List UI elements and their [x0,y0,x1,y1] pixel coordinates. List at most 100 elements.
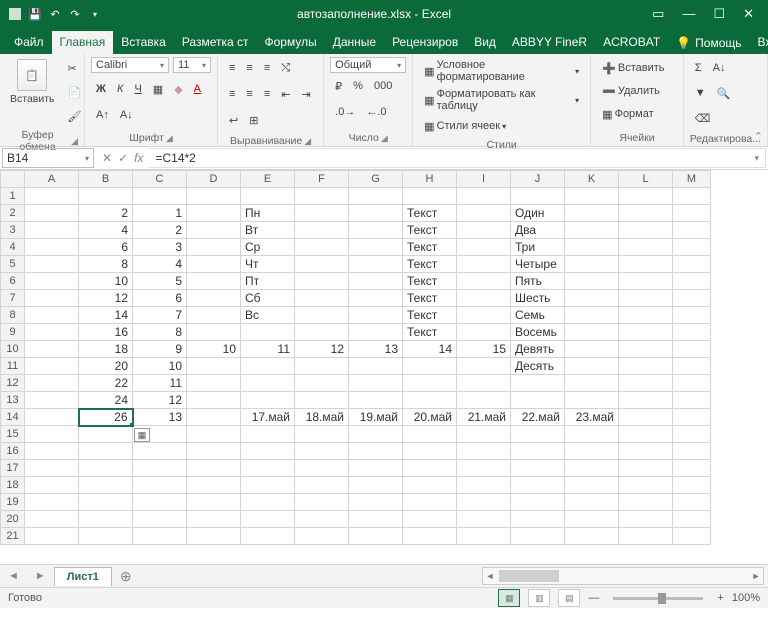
cell[interactable] [457,494,511,511]
cell[interactable] [349,443,403,460]
cell[interactable] [619,443,673,460]
cell[interactable] [565,239,619,256]
redo-icon[interactable]: ↷ [68,7,82,21]
cell[interactable] [673,460,711,477]
cell[interactable]: Пт [241,273,295,290]
inc-decimal-icon[interactable]: .0→ [330,101,360,123]
cell[interactable]: 7 [133,307,187,324]
cell[interactable] [295,273,349,290]
format-cells-button[interactable]: ▦Формат [597,103,658,125]
cell[interactable] [295,256,349,273]
cell[interactable] [187,290,241,307]
cell[interactable] [565,307,619,324]
cell[interactable] [673,273,711,290]
cell[interactable] [673,239,711,256]
cell[interactable]: 12 [295,341,349,358]
cell[interactable] [457,460,511,477]
cell[interactable] [241,443,295,460]
cell[interactable] [565,426,619,443]
cell[interactable] [403,494,457,511]
row-header[interactable]: 17 [1,460,25,477]
border-button[interactable]: ▦ [148,78,168,100]
cell[interactable] [457,239,511,256]
sort-filter-icon[interactable]: A↓ [708,57,731,79]
bold-button[interactable]: Ж [91,78,111,100]
row-header[interactable]: 1 [1,188,25,205]
cell[interactable] [25,528,79,545]
cell[interactable]: 14 [403,341,457,358]
cell[interactable] [457,205,511,222]
cell[interactable] [673,528,711,545]
cell[interactable] [25,477,79,494]
cell[interactable] [187,273,241,290]
cell[interactable]: Чт [241,256,295,273]
cell[interactable]: Два [511,222,565,239]
zoom-slider[interactable] [613,597,703,600]
cell[interactable] [187,477,241,494]
cell[interactable] [619,375,673,392]
col-header[interactable]: H [403,171,457,188]
cell[interactable] [403,443,457,460]
add-sheet-icon[interactable]: ⊕ [120,568,132,585]
cell[interactable] [457,256,511,273]
cell[interactable] [187,205,241,222]
tab-abbyy[interactable]: ABBYY FineR [504,31,595,54]
cell[interactable] [565,494,619,511]
underline-button[interactable]: Ч [129,78,146,100]
tab-formulas[interactable]: Формулы [257,31,325,54]
cell[interactable] [457,188,511,205]
cell[interactable]: Девять [511,341,565,358]
fill-icon[interactable]: ▼ [690,82,711,104]
cell[interactable] [619,307,673,324]
cell[interactable]: 13 [349,341,403,358]
cell[interactable] [565,341,619,358]
cell[interactable] [349,358,403,375]
cell[interactable] [241,358,295,375]
cell[interactable] [511,528,565,545]
cell[interactable]: 11 [241,341,295,358]
fx-icon[interactable]: fx [134,151,143,165]
cell[interactable] [187,409,241,426]
cell[interactable] [457,511,511,528]
cell[interactable] [619,409,673,426]
cell[interactable] [511,511,565,528]
align-top-icon[interactable]: ≡ [224,57,240,79]
cell[interactable] [403,477,457,494]
row-header[interactable]: 7 [1,290,25,307]
cell[interactable] [295,375,349,392]
cell[interactable] [25,426,79,443]
row-header[interactable]: 18 [1,477,25,494]
minimize-icon[interactable]: — [682,6,695,22]
shrink-font-icon[interactable]: A↓ [115,104,138,126]
cell[interactable]: Текст [403,256,457,273]
row-header[interactable]: 12 [1,375,25,392]
cell[interactable]: 10 [79,273,133,290]
col-header[interactable]: A [25,171,79,188]
fill-handle[interactable] [130,423,133,426]
cell[interactable]: 4 [133,256,187,273]
cell[interactable] [241,494,295,511]
cell[interactable] [673,188,711,205]
cell[interactable] [25,307,79,324]
close-icon[interactable]: ✕ [743,6,754,22]
cell[interactable]: Текст [403,290,457,307]
cell[interactable]: 12 [133,392,187,409]
col-header[interactable]: L [619,171,673,188]
cell[interactable] [511,460,565,477]
cell[interactable] [565,528,619,545]
cell[interactable] [295,511,349,528]
cell[interactable] [25,460,79,477]
number-format-combo[interactable]: Общий▾ [330,57,406,73]
zoom-level[interactable]: 100% [732,592,760,604]
cell[interactable]: Текст [403,307,457,324]
cell[interactable]: 6 [79,239,133,256]
cell[interactable] [619,324,673,341]
cell[interactable] [673,375,711,392]
cell[interactable] [349,256,403,273]
cell[interactable]: 4 [79,222,133,239]
cell[interactable] [79,494,133,511]
cell[interactable] [187,358,241,375]
delete-cells-button[interactable]: ➖Удалить [597,80,665,102]
cell[interactable]: 18.май [295,409,349,426]
tell-me[interactable]: 💡Помощь [668,32,749,54]
